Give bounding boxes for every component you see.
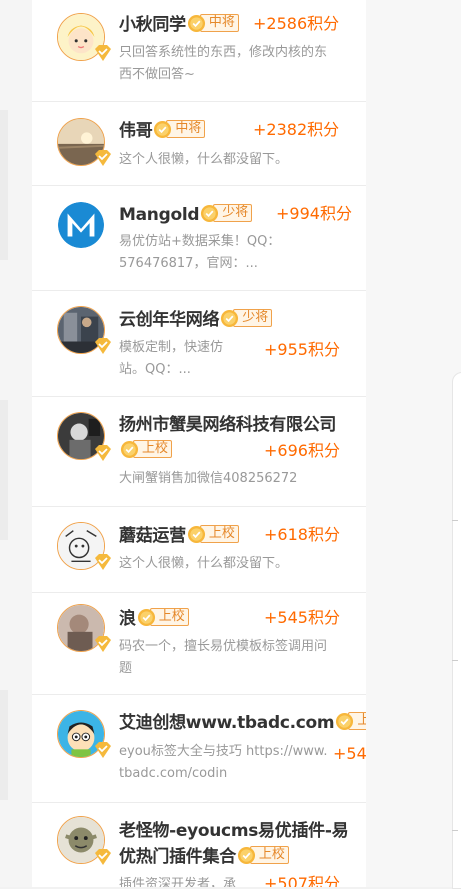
rank-badge: 上校: [237, 846, 289, 864]
points-value: +955积分: [264, 340, 340, 359]
rank-coin-icon: [335, 712, 354, 731]
points-value: +2382积分: [253, 120, 340, 139]
list-item[interactable]: 艾迪创想www.tbadc.com上校 +545积分 eyou标签大全与技巧 h…: [32, 694, 366, 803]
rank-badge: 上校: [120, 440, 173, 459]
verified-icon: [93, 634, 113, 654]
user-name[interactable]: 浪上校: [119, 607, 189, 631]
points-value: +545积分: [264, 608, 340, 627]
divider: [452, 660, 458, 661]
verified-icon: [93, 148, 113, 168]
points-value: +507积分: [264, 874, 340, 887]
points-value: +2586积分: [253, 14, 340, 33]
list-item[interactable]: 云创年华网络 少将 +955积分 模板定制，快速仿站。QQ：...: [32, 290, 366, 397]
user-description: 模板定制，快速仿站。QQ：...: [119, 340, 224, 377]
rank-badge: 中将: [153, 120, 206, 139]
rank-badge: 上校: [187, 525, 239, 543]
left-background: [0, 0, 32, 887]
points-value: +696积分: [264, 441, 340, 460]
verified-icon: [93, 43, 113, 63]
user-name[interactable]: 蘑菇运营 上校: [119, 524, 239, 548]
rank-badge: 少将: [200, 204, 253, 223]
bg-block: [0, 690, 8, 800]
user-name[interactable]: 云创年华网络 少将: [119, 308, 273, 332]
rank-coin-icon: [220, 309, 239, 328]
user-description: 这个人很懒，什么都没留下。: [119, 556, 289, 571]
rank-coin-icon: [187, 525, 206, 544]
rank-coin-icon: [137, 608, 156, 627]
user-name[interactable]: Mangold 少将: [119, 203, 253, 227]
user-name[interactable]: 伟哥 中将: [119, 119, 206, 143]
bg-block: [0, 110, 8, 260]
user-description: 码农一个，擅长易优模板标签调用问题: [119, 639, 328, 676]
user-description: 这个人很懒，什么都没留下。: [119, 152, 289, 167]
list-item[interactable]: 老怪物-eyoucms易优插件-易优热门插件集合 上校 +507积分 插件资深开发…: [32, 802, 366, 887]
side-card: [452, 372, 461, 889]
rank-coin-icon: [237, 846, 256, 865]
rank-badge: 上校: [137, 608, 189, 626]
verified-icon: [93, 847, 113, 867]
points-value: +618积分: [264, 525, 340, 544]
verified-icon: [93, 336, 113, 356]
user-ranking-list: 小秋同学 中将 +2586积分 只回答系统性的东西，修改内核的东西不做回答~ 伟哥…: [32, 0, 366, 887]
divider: [452, 830, 458, 831]
points-value: +545积分: [333, 744, 366, 763]
rank-coin-icon: [200, 204, 219, 223]
letter-m-logo-avatar[interactable]: [57, 201, 105, 249]
divider: [452, 520, 458, 521]
user-name[interactable]: 小秋同学 中将: [119, 13, 239, 37]
verified-icon: [93, 443, 113, 463]
list-item[interactable]: 浪上校 +545积分 码农一个，擅长易优模板标签调用问题: [32, 592, 366, 695]
bg-block: [0, 400, 8, 540]
user-description: 插件资深开发者，承: [119, 877, 237, 887]
user-description: 只回答系统性的东西，修改内核的东西不做回答~: [119, 45, 328, 82]
user-name[interactable]: 老怪物-eyoucms易优插件-易优热门插件集合 上校: [119, 818, 349, 870]
list-item[interactable]: 伟哥 中将 +2382积分 这个人很懒，什么都没留下。: [32, 101, 366, 186]
user-description: eyou标签大全与技巧 https://www.tbadc.com/codin: [119, 744, 328, 781]
rank-coin-icon: [187, 14, 206, 33]
rank-badge: 少将: [220, 309, 273, 328]
verified-icon: [93, 740, 113, 760]
right-background: [366, 0, 461, 889]
rank-coin-icon: [153, 120, 172, 139]
list-item[interactable]: 蘑菇运营 上校 +618积分 这个人很懒，什么都没留下。: [32, 506, 366, 593]
user-name[interactable]: 艾迪创想www.tbadc.com上校: [119, 711, 366, 735]
list-item[interactable]: Mangold 少将 +994积分 易优仿站+数据采集！QQ：576476817，…: [32, 185, 366, 291]
verified-icon: [93, 552, 113, 572]
points-value: +994积分: [276, 204, 352, 223]
user-description: 大闸蟹销售加微信408256272: [119, 471, 298, 486]
list-item[interactable]: 小秋同学 中将 +2586积分 只回答系统性的东西，修改内核的东西不做回答~: [32, 0, 366, 102]
user-description: 易优仿站+数据采集！QQ：576476817，官网：...: [119, 234, 281, 271]
rank-coin-icon: [120, 440, 139, 459]
rank-badge: 中将: [187, 14, 239, 32]
rank-badge: 上校: [335, 712, 366, 730]
list-item[interactable]: 扬州市蟹昊网络科技有限公司 上校 +696积分 大闸蟹销售加微信408256272: [32, 396, 366, 507]
